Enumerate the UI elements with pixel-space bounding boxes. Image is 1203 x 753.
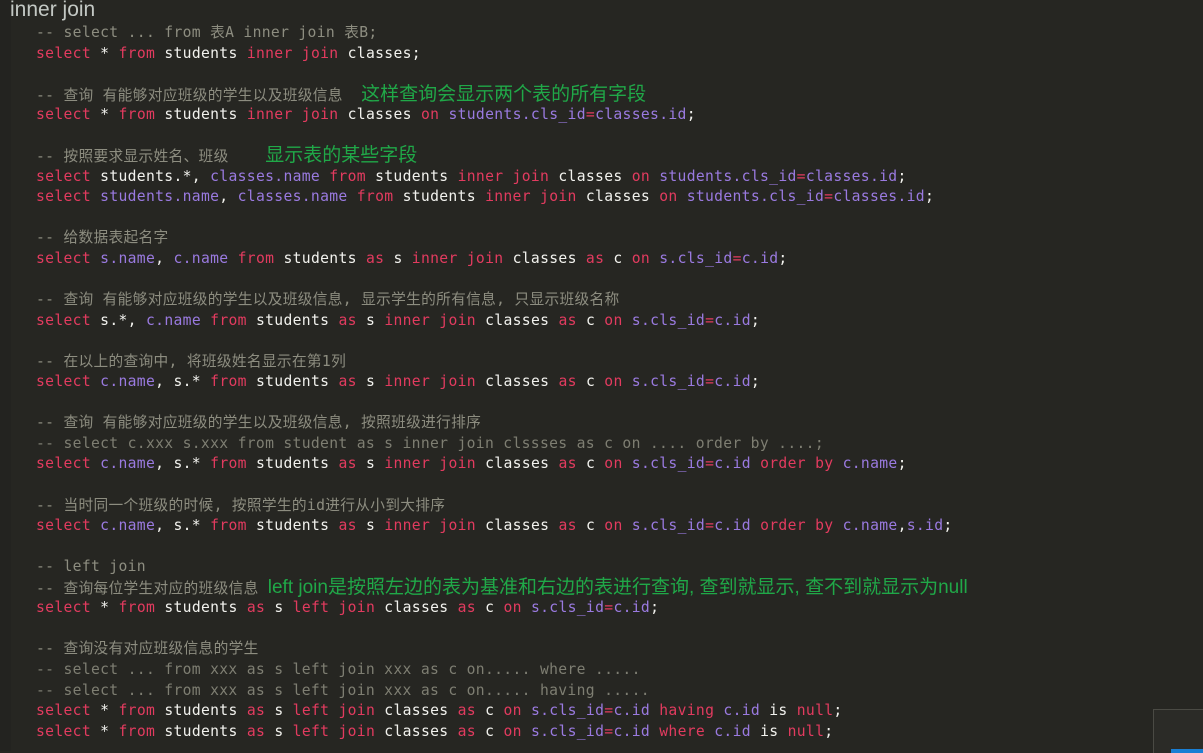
code-line[interactable]: -- 查询 有能够对应班级的学生以及班级信息 这样查询会显示两个表的所有字段: [0, 83, 1203, 106]
sql-comment: -- 在以上的查询中, 将班级姓名显示在第1列: [36, 352, 347, 370]
annotation-left-join: left join是按照左边的表为基准和右边的表进行查询, 查到就显示, 查不到…: [267, 576, 968, 598]
code-line-blank[interactable]: [0, 331, 1203, 352]
code-line[interactable]: -- select ... from xxx as s left join xx…: [0, 660, 1203, 681]
corner-panel-fragment[interactable]: [1153, 709, 1203, 753]
code-line[interactable]: -- 查询没有对应班级信息的学生: [0, 639, 1203, 660]
sql-comment: -- 当时同一个班级的时候, 按照学生的id进行从小到大排序: [36, 496, 446, 514]
code-line[interactable]: select c.name, s.* from students as s in…: [0, 454, 1203, 475]
sql-comment: -- 查询每位学生对应的班级信息: [36, 579, 259, 597]
annotation-some-fields: 显示表的某些字段: [265, 145, 418, 167]
annotation-all-fields: 这样查询会显示两个表的所有字段: [361, 83, 647, 105]
code-line[interactable]: -- select c.xxx s.xxx from student as s …: [0, 434, 1203, 455]
code-line-blank[interactable]: [0, 537, 1203, 558]
code-line[interactable]: -- 查询 有能够对应班级的学生以及班级信息, 显示学生的所有信息, 只显示班级…: [0, 290, 1203, 311]
code-line[interactable]: -- 查询 有能够对应班级的学生以及班级信息, 按照班级进行排序: [0, 413, 1203, 434]
code-line[interactable]: -- left join: [0, 557, 1203, 578]
code-line[interactable]: -- select ... from xxx as s left join xx…: [0, 681, 1203, 702]
code-line[interactable]: -- select ... from 表A inner join 表B;: [0, 23, 1203, 44]
code-line[interactable]: select * from students inner join classe…: [0, 105, 1203, 126]
code-line[interactable]: select students.name, classes.name from …: [0, 187, 1203, 208]
code-line[interactable]: select s.*, c.name from students as s in…: [0, 311, 1203, 332]
editor-root: ¯ inner join -- select ... from 表A inner…: [0, 0, 1203, 753]
code-line-blank[interactable]: [0, 208, 1203, 229]
code-line-blank[interactable]: [0, 619, 1203, 640]
code-line[interactable]: -- 在以上的查询中, 将班级姓名显示在第1列: [0, 352, 1203, 373]
code-line-blank[interactable]: [0, 475, 1203, 496]
code-line[interactable]: -- 按照要求显示姓名、班级 显示表的某些字段: [0, 146, 1203, 167]
sql-comment: -- 查询 有能够对应班级的学生以及班级信息: [36, 86, 343, 104]
sql-comment: -- left join: [36, 558, 146, 576]
code-line[interactable]: select * from students as s left join cl…: [0, 722, 1203, 743]
sql-comment: -- 查询 有能够对应班级的学生以及班级信息, 按照班级进行排序: [36, 414, 482, 432]
sql-comment: -- 给数据表起名字: [36, 229, 169, 247]
code-line[interactable]: -- 查询每位学生对应的班级信息 left join是按照左边的表为基准和右边的…: [0, 576, 1203, 599]
code-line-blank[interactable]: [0, 126, 1203, 147]
code-area[interactable]: -- select ... from 表A inner join 表B; sel…: [0, 23, 1203, 742]
code-line[interactable]: select * from students inner join classe…: [0, 44, 1203, 65]
page-title: inner join: [10, 0, 96, 21]
code-line[interactable]: select students.*, classes.name from stu…: [0, 167, 1203, 188]
sql-comment: -- select ... from xxx as s left join xx…: [36, 681, 650, 699]
corner-panel-accent: [1171, 749, 1203, 753]
code-line[interactable]: -- 给数据表起名字: [0, 228, 1203, 249]
sql-comment: -- 查询 有能够对应班级的学生以及班级信息, 显示学生的所有信息, 只显示班级…: [36, 291, 620, 309]
sql-comment: -- 按照要求显示姓名、班级: [36, 148, 229, 166]
sql-comment: -- select c.xxx s.xxx from student as s …: [36, 434, 824, 452]
code-line[interactable]: select s.name, c.name from students as s…: [0, 249, 1203, 270]
code-line[interactable]: select * from students as s left join cl…: [0, 598, 1203, 619]
sql-comment: -- select ... from 表A inner join 表B;: [36, 24, 378, 41]
code-line[interactable]: select c.name, s.* from students as s in…: [0, 516, 1203, 537]
code-line[interactable]: select * from students as s left join cl…: [0, 701, 1203, 722]
sql-comment: -- select ... from xxx as s left join xx…: [36, 660, 641, 678]
code-line[interactable]: -- 当时同一个班级的时候, 按照学生的id进行从小到大排序: [0, 496, 1203, 517]
code-line-blank[interactable]: [0, 270, 1203, 291]
code-line-blank[interactable]: [0, 64, 1203, 85]
code-line-blank[interactable]: [0, 393, 1203, 414]
code-line[interactable]: select c.name, s.* from students as s in…: [0, 372, 1203, 393]
clipped-glyph-top: ¯: [106, 0, 113, 6]
sql-comment: -- 查询没有对应班级信息的学生: [36, 640, 259, 658]
